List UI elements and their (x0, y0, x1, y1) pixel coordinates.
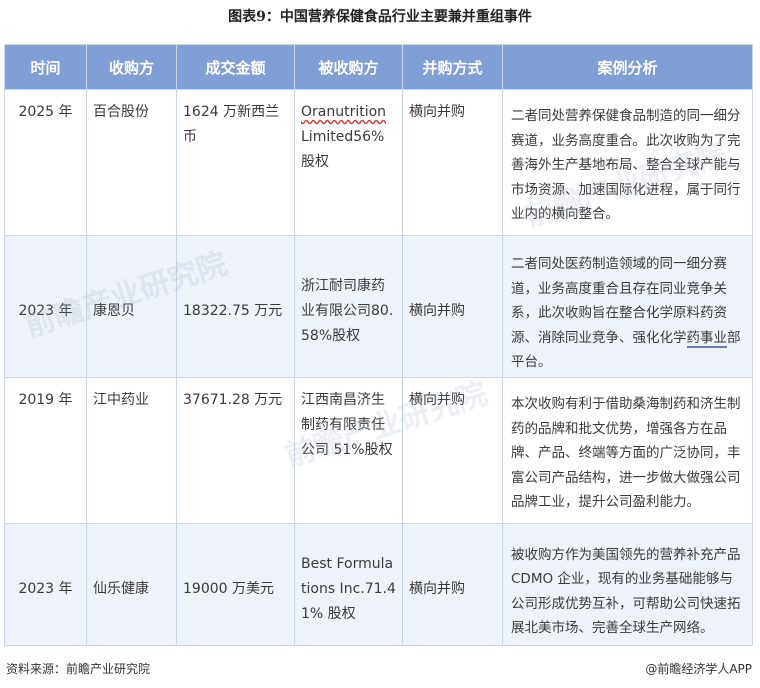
source-note: 资料来源：前瞻产业研究院 (6, 662, 151, 676)
cell-analysis: 二者同处营养保健食品制造的同一细分赛道，业务高度重合。此次收购为了完善海外生产基… (502, 89, 753, 236)
cell-time: 2019 年 (4, 377, 87, 524)
brand-credit: @前瞻经济学人APP (645, 662, 752, 676)
target-name: Oranutrition (301, 104, 387, 120)
header-target: 被收购方 (294, 44, 403, 90)
cell-amount: 19000 万美元 (176, 523, 295, 646)
cell-analysis: 二者同处医药制造领域的同一细分赛道，业务高度重合且存在同业竞争关系，此次收购旨在… (502, 235, 753, 378)
cell-method: 横向并购 (402, 377, 503, 524)
mna-table: 时间 收购方 成交金额 被收购方 并购方式 案例分析 2025 年 百合股份 1… (4, 44, 753, 646)
target-rest: Limited56%股权 (301, 129, 385, 170)
header-amount: 成交金额 (176, 44, 295, 90)
cell-method: 横向并购 (402, 235, 503, 378)
header-method: 并购方式 (402, 44, 503, 90)
cell-target: Oranutrition Limited56%股权 (294, 89, 403, 236)
cell-amount: 1624 万新西兰币 (176, 89, 295, 236)
cell-method: 横向并购 (402, 523, 503, 646)
cell-amount: 37671.28 万元 (176, 377, 295, 524)
header-time: 时间 (4, 44, 87, 90)
table-row: 2019 年 江中药业 37671.28 万元 江西南昌济生制药有限责任公司 5… (4, 377, 753, 524)
cell-amount: 18322.75 万元 (176, 235, 295, 378)
cell-target: 浙江耐司康药业有限公司80.58%股权 (294, 235, 403, 378)
table-row: 2025 年 百合股份 1624 万新西兰币 Oranutrition Limi… (4, 89, 753, 236)
cell-analysis: 本次收购有利于借助桑海制药和济生制药的品牌和批文优势，增强各方在品牌、产品、终端… (502, 377, 753, 524)
cell-acquirer: 仙乐健康 (86, 523, 177, 646)
analysis-mark: 药事业 (686, 329, 727, 348)
table-header-row: 时间 收购方 成交金额 被收购方 并购方式 案例分析 (4, 44, 753, 90)
cell-target: Best Formulations Inc.71.41% 股权 (294, 523, 403, 646)
cell-time: 2025 年 (4, 89, 87, 236)
cell-target: 江西南昌济生制药有限责任公司 51%股权 (294, 377, 403, 524)
chart-title: 图表9：中国营养保健食品行业主要兼并重组事件 (228, 9, 532, 25)
header-analysis: 案例分析 (502, 44, 753, 90)
cell-time: 2023 年 (4, 523, 87, 646)
cell-acquirer: 江中药业 (86, 377, 177, 524)
cell-method: 横向并购 (402, 89, 503, 236)
table-row: 2023 年 康恩贝 18322.75 万元 浙江耐司康药业有限公司80.58%… (4, 235, 753, 378)
cell-time: 2023 年 (4, 235, 87, 378)
cell-analysis: 被收购方作为美国领先的营养补充产品 CDMO 企业，现有的业务基础能够与公司形成… (502, 523, 753, 646)
cell-acquirer: 康恩贝 (86, 235, 177, 378)
table-row: 2023 年 仙乐健康 19000 万美元 Best Formulations … (4, 523, 753, 646)
cell-acquirer: 百合股份 (86, 89, 177, 236)
header-acquirer: 收购方 (86, 44, 177, 90)
